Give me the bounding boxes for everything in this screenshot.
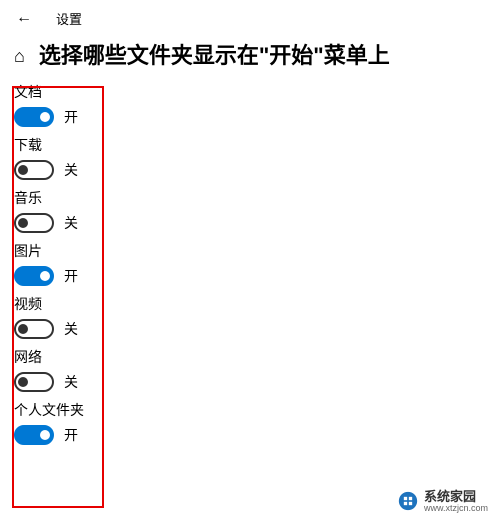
- toggle-row: 开: [14, 107, 486, 127]
- toggle-state-text: 关: [64, 319, 78, 339]
- toggle-state-text: 开: [64, 107, 78, 127]
- option-label: 音乐: [14, 188, 486, 208]
- watermark-main: 系统家园: [424, 489, 476, 504]
- option-pictures: 图片开: [14, 241, 486, 286]
- page-title: 选择哪些文件夹显示在"开始"菜单上: [39, 38, 390, 70]
- option-music: 音乐关: [14, 188, 486, 233]
- back-arrow-icon[interactable]: ←: [10, 8, 38, 28]
- toggle-pictures[interactable]: [14, 266, 54, 286]
- toggle-state-text: 开: [64, 425, 78, 445]
- watermark: 系统家园 www.xtzjcn.com: [394, 488, 492, 515]
- watermark-text: 系统家园 www.xtzjcn.com: [424, 490, 488, 513]
- option-videos: 视频关: [14, 294, 486, 339]
- toggle-network[interactable]: [14, 372, 54, 392]
- toggle-row: 关: [14, 372, 486, 392]
- toggle-row: 开: [14, 425, 486, 445]
- option-label: 图片: [14, 241, 486, 261]
- option-documents: 文档开: [14, 82, 486, 127]
- toggle-state-text: 开: [64, 266, 78, 286]
- toggle-documents[interactable]: [14, 107, 54, 127]
- toggle-downloads[interactable]: [14, 160, 54, 180]
- toggle-state-text: 关: [64, 160, 78, 180]
- option-personal: 个人文件夹开: [14, 400, 486, 445]
- toggle-row: 开: [14, 266, 486, 286]
- option-label: 网络: [14, 347, 486, 367]
- home-icon[interactable]: ⌂: [14, 47, 25, 65]
- toggle-state-text: 关: [64, 372, 78, 392]
- watermark-icon: [398, 491, 418, 511]
- toggle-row: 关: [14, 213, 486, 233]
- option-label: 文档: [14, 82, 486, 102]
- option-downloads: 下载关: [14, 135, 486, 180]
- option-network: 网络关: [14, 347, 486, 392]
- option-label: 下载: [14, 135, 486, 155]
- toggle-row: 关: [14, 319, 486, 339]
- app-name: 设置: [56, 9, 82, 28]
- toggle-state-text: 关: [64, 213, 78, 233]
- toggle-personal[interactable]: [14, 425, 54, 445]
- toggle-videos[interactable]: [14, 319, 54, 339]
- watermark-sub: www.xtzjcn.com: [424, 504, 488, 513]
- options-list: 文档开下载关音乐关图片开视频关网络关个人文件夹开: [0, 78, 500, 461]
- titlebar: ← 设置: [0, 0, 500, 32]
- page-header: ⌂ 选择哪些文件夹显示在"开始"菜单上: [0, 32, 500, 78]
- option-label: 视频: [14, 294, 486, 314]
- toggle-row: 关: [14, 160, 486, 180]
- toggle-music[interactable]: [14, 213, 54, 233]
- option-label: 个人文件夹: [14, 400, 486, 420]
